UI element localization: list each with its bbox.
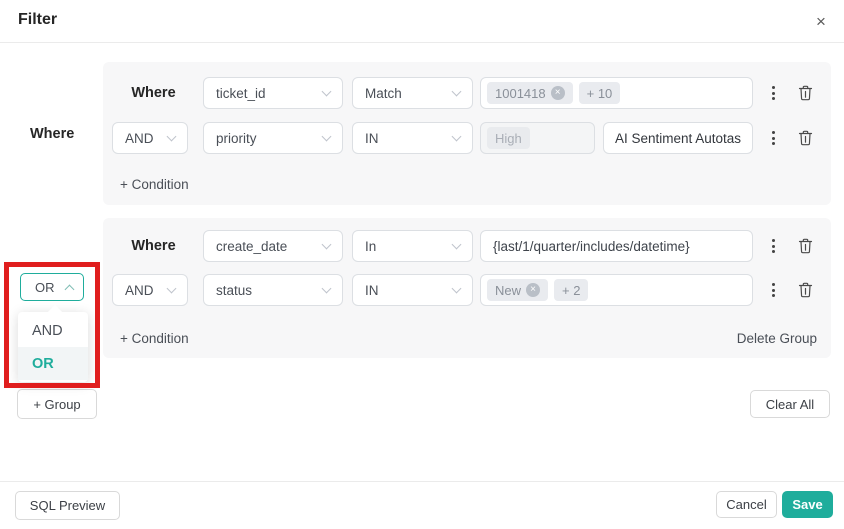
- row-conjunction-select[interactable]: AND: [112, 274, 188, 306]
- delete-row-button[interactable]: [797, 281, 813, 299]
- value-tag-label: + 2: [562, 282, 581, 298]
- chevron-down-icon: [321, 86, 332, 96]
- chevron-down-icon: [166, 283, 177, 293]
- chevron-down-icon: [451, 86, 462, 96]
- row-prefix: Where: [112, 85, 195, 101]
- field-select-value: ticket_id: [216, 85, 266, 101]
- chevron-down-icon: [451, 283, 462, 293]
- value-tag-overflow: + 10: [578, 82, 621, 104]
- row-where-label: Where: [131, 238, 176, 254]
- dialog-title: Filter: [18, 11, 58, 28]
- operator-select[interactable]: IN: [352, 274, 473, 306]
- value-text: {last/1/quarter/includes/datetime}: [493, 238, 690, 254]
- filter-dialog: Filter × Where Where ticket_id Match 100…: [0, 0, 844, 529]
- operator-select[interactable]: IN: [352, 122, 473, 154]
- field-select[interactable]: create_date: [203, 230, 343, 262]
- delete-group-button[interactable]: Delete Group: [737, 331, 817, 346]
- condition-row: AND status IN New × + 2: [112, 274, 813, 306]
- add-group-button[interactable]: + Group: [17, 389, 97, 419]
- conjunction-dropdown-menu: AND OR: [18, 304, 88, 382]
- group-footer: + Condition: [120, 177, 817, 192]
- condition-group-2: Where create_date In {last/1/quarter/inc…: [103, 218, 831, 358]
- row-menu-button[interactable]: [766, 281, 780, 299]
- remove-tag-icon[interactable]: ×: [550, 86, 565, 100]
- operator-select-value: Match: [365, 85, 402, 101]
- value-input[interactable]: New × + 2: [480, 274, 753, 306]
- trash-icon: [798, 130, 812, 146]
- ai-sentiment-button[interactable]: AI Sentiment Autotas: [603, 122, 753, 154]
- value-tag: 1001418 ×: [487, 82, 573, 104]
- sql-preview-button[interactable]: SQL Preview: [15, 491, 120, 520]
- row-menu-button[interactable]: [766, 84, 780, 102]
- field-select[interactable]: priority: [203, 122, 343, 154]
- group-footer: + Condition Delete Group: [120, 331, 817, 346]
- delete-row-button[interactable]: [797, 129, 813, 147]
- close-icon[interactable]: ×: [808, 9, 834, 35]
- condition-row: AND priority IN High AI Sentiment Autota…: [112, 122, 813, 154]
- field-select-value: priority: [216, 130, 257, 146]
- value-input-disabled: High: [480, 122, 595, 154]
- clear-all-button[interactable]: Clear All: [750, 390, 830, 418]
- row-conjunction-select[interactable]: AND: [112, 122, 188, 154]
- add-condition-button[interactable]: + Condition: [120, 331, 189, 346]
- value-input[interactable]: 1001418 × + 10: [480, 77, 753, 109]
- root-where-label: Where: [30, 126, 75, 142]
- condition-row: Where create_date In {last/1/quarter/inc…: [112, 230, 813, 262]
- value-tag-overflow: + 2: [554, 279, 589, 301]
- field-select-value: create_date: [216, 238, 288, 254]
- add-condition-button[interactable]: + Condition: [120, 177, 189, 192]
- field-select[interactable]: ticket_id: [203, 77, 343, 109]
- chevron-down-icon: [451, 131, 462, 141]
- operator-select[interactable]: In: [352, 230, 473, 262]
- trash-icon: [798, 85, 812, 101]
- row-menu-button[interactable]: [766, 237, 780, 255]
- operator-select-value: In: [365, 238, 377, 254]
- menu-item-or[interactable]: OR: [18, 347, 88, 380]
- conjunction-value: AND: [125, 282, 154, 298]
- row-prefix: AND: [112, 274, 195, 306]
- trash-icon: [798, 282, 812, 298]
- chevron-down-icon: [321, 283, 332, 293]
- value-input[interactable]: {last/1/quarter/includes/datetime}: [480, 230, 753, 262]
- value-tag-label: 1001418: [495, 85, 546, 101]
- operator-select-value: IN: [365, 282, 379, 298]
- delete-row-button[interactable]: [797, 84, 813, 102]
- trash-icon: [798, 238, 812, 254]
- value-tag-label: New: [495, 282, 522, 298]
- group-conjunction-select[interactable]: OR: [20, 273, 84, 301]
- delete-row-button[interactable]: [797, 237, 813, 255]
- remove-tag-icon[interactable]: ×: [526, 283, 541, 297]
- value-tag-label: High: [495, 130, 522, 146]
- chevron-up-icon: [64, 284, 75, 294]
- row-prefix: AND: [112, 122, 195, 154]
- field-select-value: status: [216, 282, 253, 298]
- chevron-down-icon: [451, 239, 462, 249]
- chevron-down-icon: [321, 131, 332, 141]
- condition-row: Where ticket_id Match 1001418 × + 10: [112, 77, 813, 109]
- conjunction-value: AND: [125, 130, 154, 146]
- cancel-button[interactable]: Cancel: [716, 491, 777, 518]
- footer-divider: [0, 481, 844, 482]
- value-tag: High: [487, 127, 530, 149]
- row-where-label: Where: [131, 85, 176, 101]
- group-conjunction-value: OR: [35, 279, 55, 295]
- menu-item-and[interactable]: AND: [18, 314, 88, 347]
- value-tag: New ×: [487, 279, 549, 301]
- header-divider: [0, 42, 844, 43]
- field-select[interactable]: status: [203, 274, 343, 306]
- chevron-down-icon: [321, 239, 332, 249]
- save-button[interactable]: Save: [782, 491, 833, 518]
- condition-group-1: Where ticket_id Match 1001418 × + 10 AND…: [103, 62, 831, 205]
- operator-select[interactable]: Match: [352, 77, 473, 109]
- value-tag-label: + 10: [586, 85, 613, 101]
- row-menu-button[interactable]: [766, 129, 780, 147]
- row-prefix: Where: [112, 238, 195, 254]
- operator-select-value: IN: [365, 130, 379, 146]
- chevron-down-icon: [166, 131, 177, 141]
